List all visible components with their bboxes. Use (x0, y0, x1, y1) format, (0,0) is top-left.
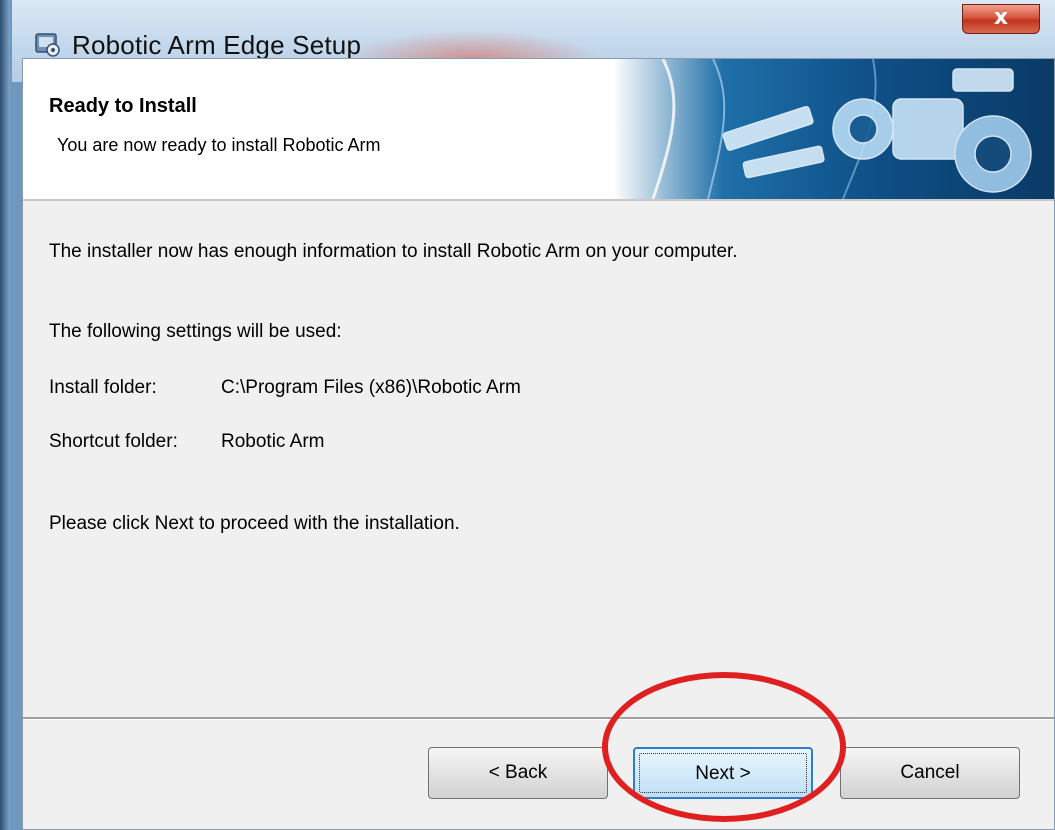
page-subtitle: You are now ready to install Robotic Arm (57, 135, 381, 155)
back-button[interactable]: < Back (428, 747, 608, 799)
cancel-button[interactable]: Cancel (840, 747, 1020, 799)
setup-dialog: Ready to Install You are now ready to in… (22, 58, 1055, 830)
robotic-arm-banner-image (613, 59, 1054, 199)
install-folder-label: Install folder: (49, 377, 157, 398)
shortcut-folder-label: Shortcut folder: (49, 431, 178, 452)
window-title: Robotic Arm Edge Setup (72, 30, 362, 60)
window-left-edge (0, 0, 10, 830)
close-button[interactable]: x (962, 4, 1040, 34)
footer-separator (23, 717, 1054, 720)
install-folder-value: C:\Program Files (x86)\Robotic Arm (221, 377, 521, 398)
highlight-circle-annotation (602, 672, 846, 822)
page-title: Ready to Install (49, 95, 197, 117)
instruction-text: Please click Next to proceed with the in… (49, 513, 460, 534)
dialog-header: Ready to Install You are now ready to in… (23, 59, 1054, 201)
shortcut-folder-value: Robotic Arm (221, 431, 325, 452)
setup-app-icon (35, 33, 60, 57)
settings-intro: The following settings will be used: (49, 321, 342, 342)
info-text: The installer now has enough information… (49, 241, 738, 262)
